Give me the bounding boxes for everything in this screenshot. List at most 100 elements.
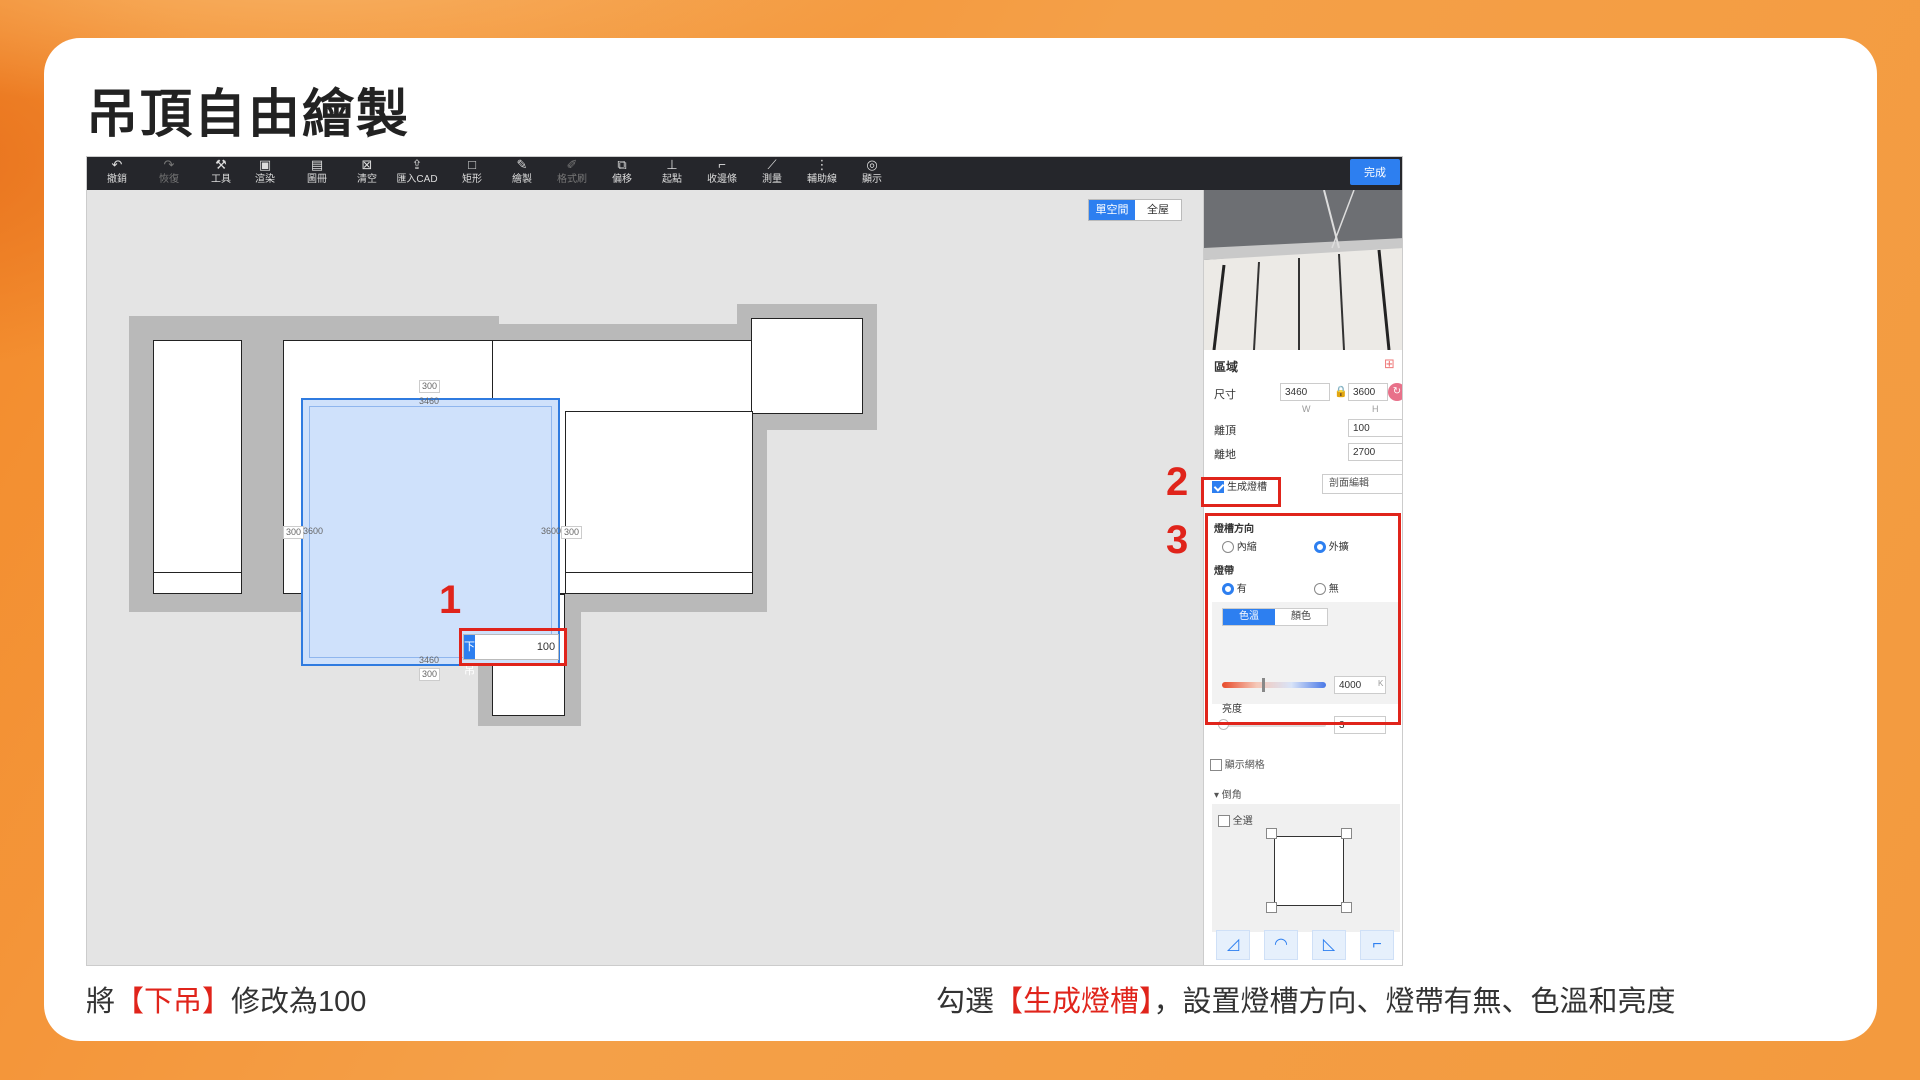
from-floor-input[interactable] [1348,443,1402,461]
room-left-bottom [153,572,242,594]
dim-right: 300 [561,526,583,539]
toolbar-label: 矩形 [462,174,482,185]
3d-preview[interactable] [1204,190,1402,350]
dim-bottom: 300 [419,668,441,681]
toolbar-button-11[interactable]: ⊥ 起點 [646,157,698,190]
toolbar-button-13[interactable]: ⟋ 測量 [746,157,798,190]
highlight-box-2 [1201,477,1281,507]
step-marker-1: 1 [439,578,462,622]
size-label: 尺寸 [1214,389,1236,401]
grid-icon[interactable]: ⊞ [1384,356,1395,372]
caption-left-highlight: 【下吊】 [115,986,232,1018]
display-icon: ◎ [866,157,878,172]
selected-ceiling-area[interactable] [301,398,560,666]
toolbar-button-8[interactable]: ✎ 繪製 [496,157,548,190]
select-all-checkbox[interactable] [1218,815,1230,828]
dim-bottom-inner: 3460 [419,655,440,665]
toolbar-label: 格式刷 [557,174,587,185]
section-title: 區域 [1214,360,1239,374]
dim-left-inner: 3600 [303,526,324,536]
toolbar: ↶ 撤銷 ↷ 恢復 ⚒ 工具 ▣ 渲染 ▤ 圖冊 ⊠ 清空 ⇪ 匯入CAD □ 矩形 ✎ 繪製 ✐ 格式刷 ⧉ 偏移 ⊥ 起點… [87,157,1402,190]
select-all-row[interactable]: 全選 [1218,812,1253,828]
toolbar-button-3[interactable]: ▣ 渲染 [239,157,291,190]
height-input[interactable] [1348,383,1388,401]
redo-icon: ↷ [163,157,175,172]
toolbar-button-7[interactable]: □ 矩形 [446,157,498,190]
toolbar-button-1[interactable]: ↷ 恢復 [143,157,195,190]
toolbar-button-0[interactable]: ↶ 撤銷 [91,157,143,190]
toolbar-button-5[interactable]: ⊠ 清空 [341,157,393,190]
reset-icon[interactable]: ↻ [1388,383,1402,401]
chamfer-arc-icon[interactable]: ◺ [1312,930,1346,960]
chamfer-step-icon[interactable]: ⌐ [1360,930,1394,960]
toolbar-button-9[interactable]: ✐ 格式刷 [546,157,598,190]
width-input[interactable] [1280,383,1330,401]
step-marker-2: 2 [1166,460,1189,504]
floor-plan-canvas[interactable]: 單空間 全屋 300 3460 300 3600 3600 300 3460 3… [87,190,1203,965]
section-edit-button[interactable]: 剖面編輯 [1322,474,1402,494]
ceiling-inner-outline [309,406,552,658]
from-floor-label: 離地 [1214,449,1236,461]
from-top-input[interactable] [1348,419,1402,437]
chamfer-toggle[interactable]: ▾ 倒角 [1214,786,1242,801]
view-whole-house-button[interactable]: 全屋 [1135,200,1181,220]
album-icon: ▤ [310,157,324,172]
clear-icon: ⊠ [361,157,373,172]
step-marker-3: 3 [1166,518,1189,562]
toolbar-button-10[interactable]: ⧉ 偏移 [596,157,648,190]
toolbar-label: 恢復 [159,174,179,185]
toolbar-label: 起點 [662,174,682,185]
caption-right-post: ，設置燈槽方向、燈帶有無、色溫和亮度 [1153,986,1676,1018]
show-grid-row[interactable]: 顯示網格 [1210,756,1265,772]
room-hall-strip [565,572,753,594]
edge-strip-icon: ⌐ [718,157,726,172]
toolbar-label: 繪製 [512,174,532,185]
rectangle-icon: □ [468,157,476,172]
toolbar-label: 顯示 [862,174,882,185]
toolbar-label: 收邊條 [707,174,737,185]
start-point-icon: ⊥ [666,157,678,172]
room-left [153,340,242,594]
show-grid-checkbox[interactable] [1210,759,1222,772]
toolbar-button-12[interactable]: ⌐ 收邊條 [696,157,748,190]
caption-left-post: 修改為100 [231,986,367,1018]
lock-icon[interactable]: 🔒 [1334,385,1348,398]
import-cad-icon: ⇪ [411,157,423,172]
render-icon: ▣ [258,157,272,172]
corner-check-tl[interactable] [1266,828,1277,839]
draw-icon: ✎ [516,157,528,172]
toolbar-button-14[interactable]: ⋮ 輔助線 [796,157,848,190]
toolbar-label: 清空 [357,174,377,185]
view-toggle: 單空間 全屋 [1088,199,1182,221]
caption-right: 勾選【生成燈槽】，設置燈槽方向、燈帶有無、色溫和亮度 [936,978,1676,1020]
measure-icon: ⟋ [767,157,777,172]
offset-icon: ⧉ [617,157,627,172]
dim-top: 300 [419,380,441,393]
chamfer-straight-icon[interactable]: ◿ [1216,930,1250,960]
corner-check-br[interactable] [1341,902,1352,913]
view-single-space-button[interactable]: 單空間 [1089,200,1135,220]
height-sub-label: H [1372,404,1379,414]
show-grid-label: 顯示網格 [1224,760,1265,771]
dim-right-inner: 3600 [541,526,562,536]
undo-icon: ↶ [111,157,123,172]
page-title: 吊頂自由繪製 [86,86,411,144]
toolbar-button-15[interactable]: ◎ 顯示 [846,157,898,190]
highlight-box-3 [1205,513,1401,725]
caption-left-pre: 將 [86,986,116,1018]
room-right [565,411,753,594]
toolbar-button-6[interactable]: ⇪ 匯入CAD [391,157,443,190]
3d-preview-image [1204,190,1402,350]
toolbar-button-4[interactable]: ▤ 圖冊 [291,157,343,190]
from-top-label: 離頂 [1214,425,1236,437]
chamfer-round-icon[interactable]: ◠ [1264,930,1298,960]
dim-top-inner: 3460 [419,396,440,406]
toolbar-label: 撤銷 [107,174,127,185]
corner-check-bl[interactable] [1266,902,1277,913]
width-sub-label: W [1302,404,1311,414]
toolbar-label: 測量 [762,174,782,185]
guide-line-icon: ⋮ [815,157,829,172]
corner-check-tr[interactable] [1341,828,1352,839]
done-button[interactable]: 完成 [1350,159,1400,185]
toolbar-label: 圖冊 [307,174,327,185]
